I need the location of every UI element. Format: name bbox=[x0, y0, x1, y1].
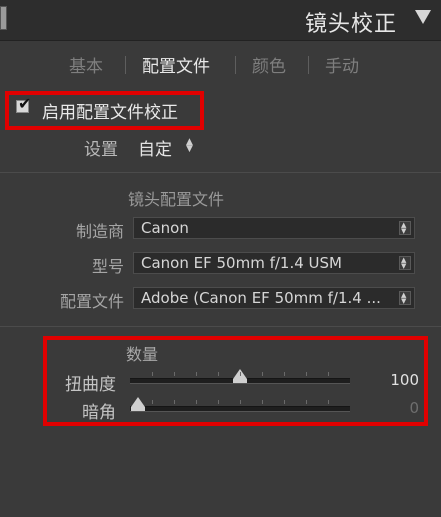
tab-basic[interactable]: 基本 bbox=[69, 52, 103, 77]
updown-arrows-icon: ▲ ▼ bbox=[401, 221, 407, 235]
highlight-box-amount bbox=[43, 336, 428, 426]
panel-title: 镜头校正 bbox=[304, 12, 397, 37]
updown-arrows-icon: ▲ ▼ bbox=[401, 291, 407, 305]
lens-correction-panel: 镜头校正 基本 配置文件 颜色 手动 ✔ 启用配置文件校正 设置 自定 ▲ ▼ 镜… bbox=[0, 0, 441, 517]
make-label: 制造商 bbox=[75, 222, 124, 241]
make-value: Canon bbox=[141, 219, 189, 237]
updown-arrows-icon: ▲ ▼ bbox=[401, 256, 407, 270]
lens-profile-title: 镜头配置文件 bbox=[128, 190, 225, 209]
setup-label: 设置 bbox=[84, 140, 118, 160]
dropdown-arrow-button: ▲ ▼ bbox=[399, 256, 411, 270]
triangle-down-icon[interactable] bbox=[415, 10, 431, 24]
profile-dropdown[interactable]: Adobe (Canon EF 50mm f/1.4 ... ▲ ▼ bbox=[133, 287, 415, 309]
section-divider bbox=[0, 172, 441, 173]
tab-profile[interactable]: 配置文件 bbox=[142, 52, 210, 77]
model-label: 型号 bbox=[91, 257, 124, 276]
make-dropdown[interactable]: Canon ▲ ▼ bbox=[133, 217, 415, 239]
setup-select[interactable]: 自定 ▲ ▼ bbox=[138, 133, 208, 161]
model-value: Canon EF 50mm f/1.4 USM bbox=[141, 254, 342, 272]
dropdown-arrow-button: ▲ ▼ bbox=[399, 221, 411, 235]
tab-manual[interactable]: 手动 bbox=[325, 52, 359, 77]
highlight-box-enable bbox=[5, 91, 204, 130]
model-dropdown[interactable]: Canon EF 50mm f/1.4 USM ▲ ▼ bbox=[133, 252, 415, 274]
tab-separator bbox=[235, 56, 236, 74]
profile-label: 配置文件 bbox=[59, 292, 124, 311]
dropdown-arrow-button: ▲ ▼ bbox=[399, 291, 411, 305]
section-divider bbox=[0, 326, 441, 327]
panel-collapse-handle[interactable] bbox=[0, 6, 7, 30]
tab-bar: 基本 配置文件 颜色 手动 bbox=[0, 50, 441, 80]
updown-arrows-icon: ▲ ▼ bbox=[186, 137, 193, 154]
profile-value: Adobe (Canon EF 50mm f/1.4 ... bbox=[141, 289, 381, 307]
tab-separator bbox=[125, 56, 126, 74]
tab-separator bbox=[308, 56, 309, 74]
tab-color[interactable]: 颜色 bbox=[252, 52, 286, 77]
setup-value: 自定 bbox=[138, 140, 172, 160]
panel-header[interactable]: 镜头校正 bbox=[0, 0, 441, 41]
